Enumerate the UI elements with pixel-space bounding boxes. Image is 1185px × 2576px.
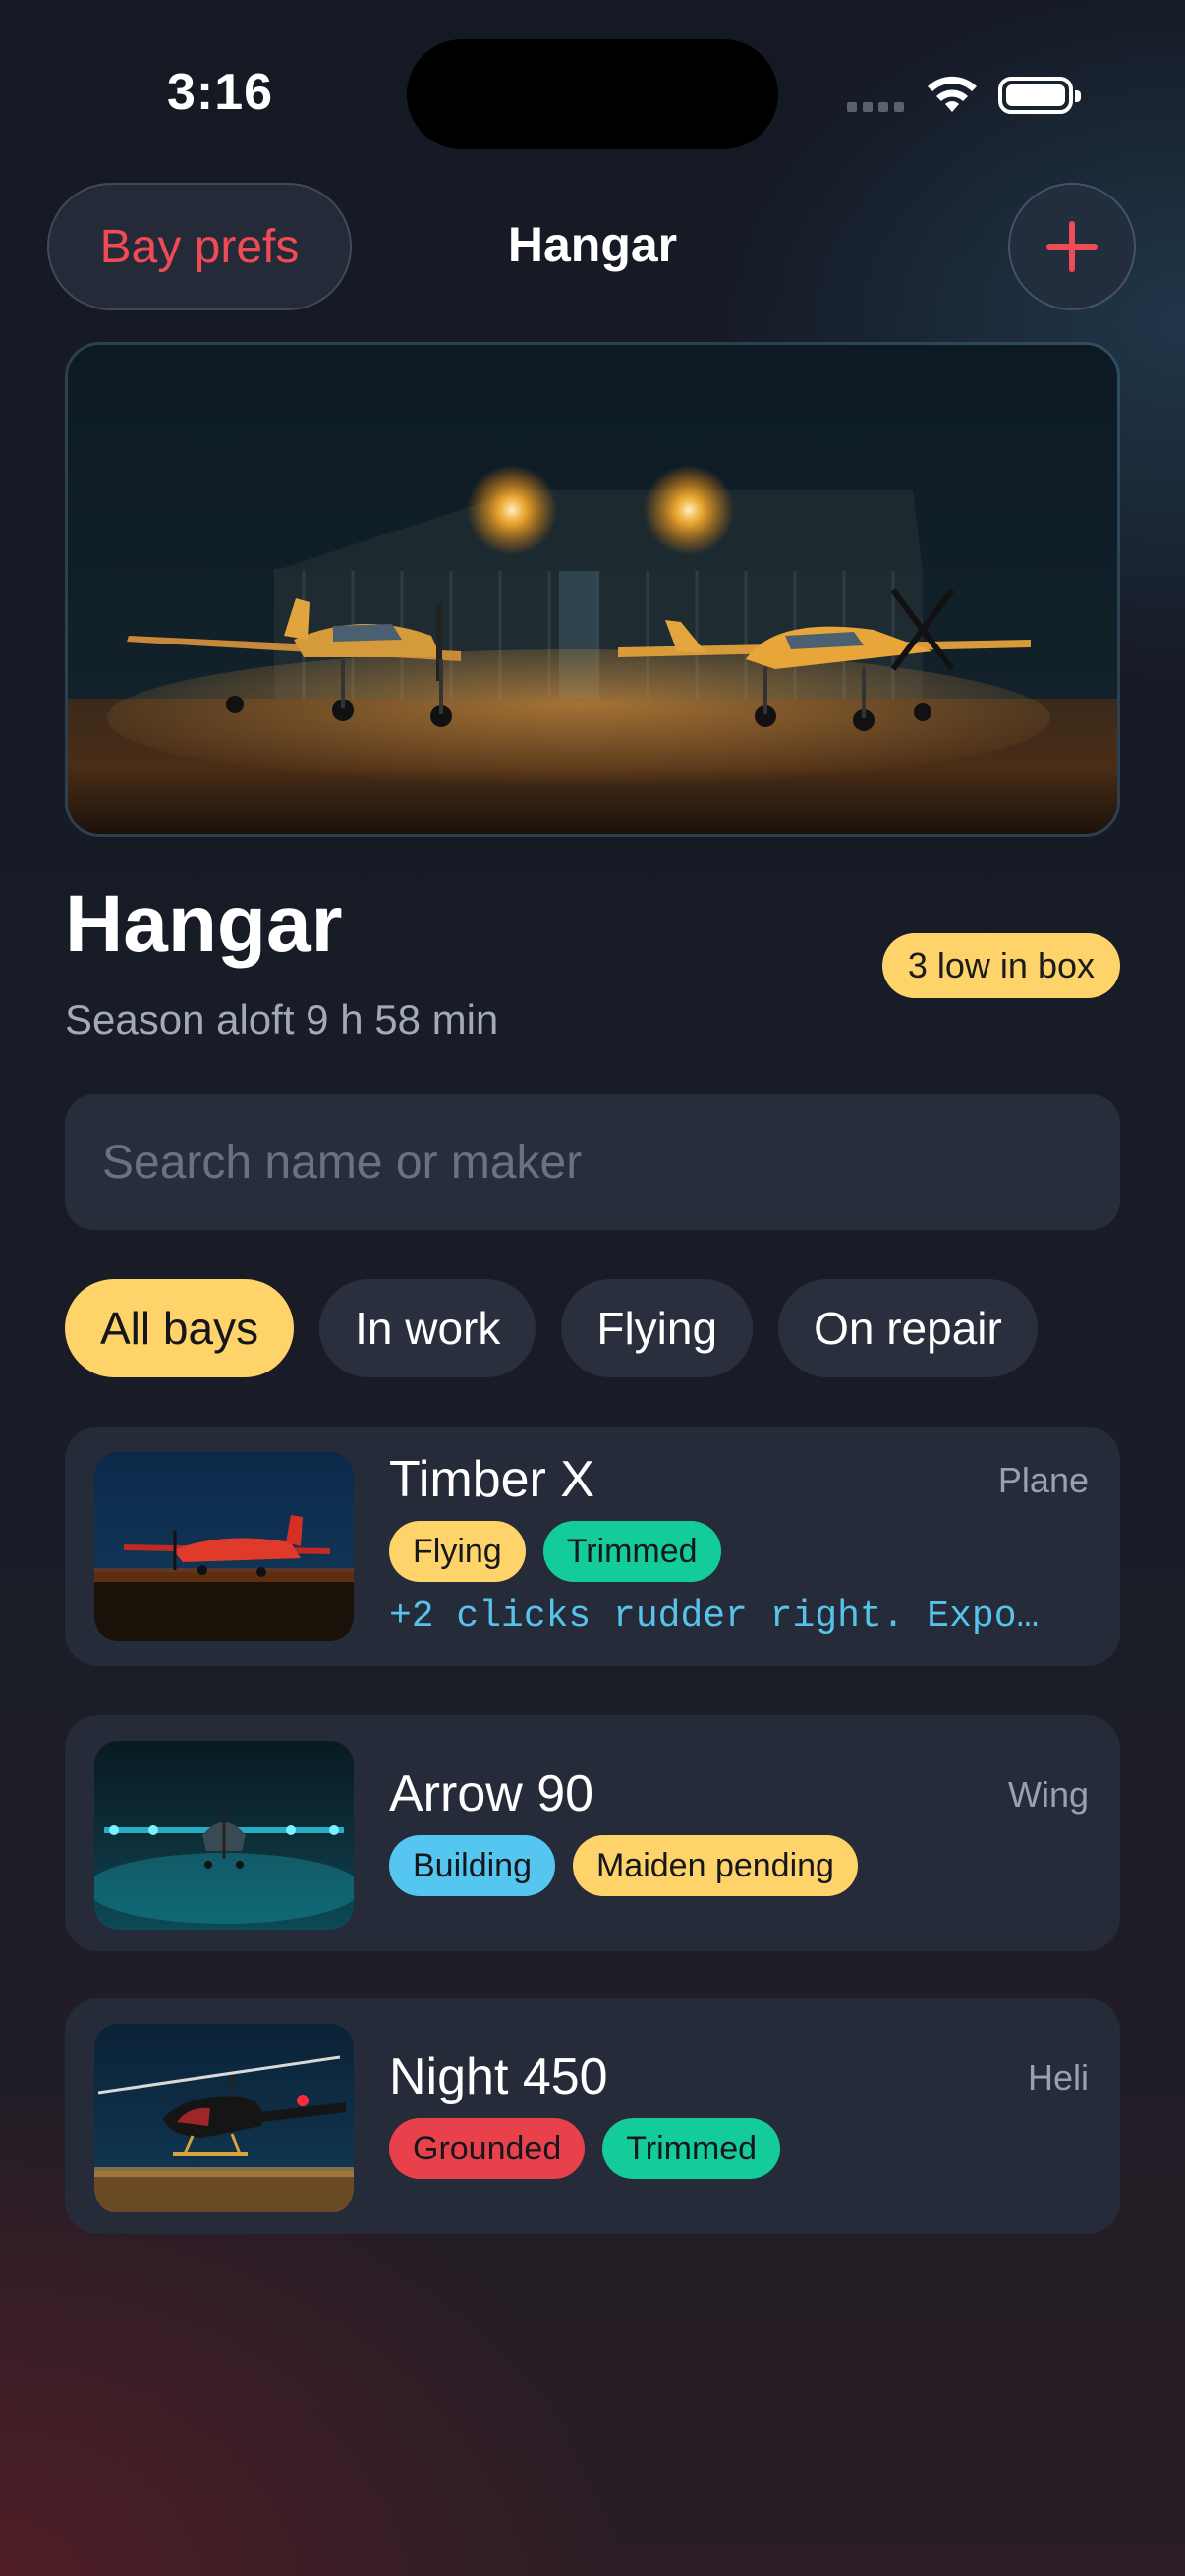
status-tag: Building: [389, 1835, 555, 1896]
aircraft-name: Night 450: [389, 2048, 608, 2105]
screen: 3:16 Bay prefs Hangar Hangar Season alof…: [0, 0, 1185, 2576]
aircraft-thumbnail: [94, 1741, 354, 1930]
add-button[interactable]: [1008, 183, 1136, 310]
aircraft-kind: Wing: [1007, 1774, 1089, 1815]
hero-hangar-image: [65, 342, 1120, 837]
status-tag: Flying: [389, 1521, 526, 1582]
status-tags: Flying Trimmed: [389, 1521, 721, 1582]
status-tag: Maiden pending: [572, 1835, 858, 1896]
filter-chips: All bays In work Flying On repair: [65, 1279, 1038, 1377]
aircraft-name: Timber X: [389, 1451, 594, 1508]
status-time: 3:16: [167, 64, 274, 121]
status-tags: Building Maiden pending: [389, 1835, 858, 1896]
aircraft-card-night-450[interactable]: Night 450 Heli Grounded Trimmed: [65, 1998, 1120, 2234]
search-input[interactable]: [100, 1134, 1085, 1191]
wifi-icon: [928, 76, 977, 112]
aircraft-thumbnail: [94, 1452, 354, 1641]
aircraft-kind: Heli: [1027, 2057, 1089, 2098]
aircraft-card-timber-x[interactable]: Timber X Plane Flying Trimmed +2 clicks …: [65, 1427, 1120, 1666]
status-tags: Grounded Trimmed: [389, 2118, 781, 2179]
aircraft-name: Arrow 90: [389, 1765, 594, 1822]
low-stock-badge[interactable]: 3 low in box: [881, 933, 1120, 998]
plus-icon: [1046, 221, 1098, 272]
search-bar[interactable]: [65, 1094, 1120, 1230]
bay-prefs-button[interactable]: Bay prefs: [47, 183, 352, 310]
nav-title: Hangar: [507, 217, 678, 272]
status-tag: Trimmed: [542, 1521, 721, 1582]
filter-in-work[interactable]: In work: [319, 1279, 536, 1377]
season-aloft-text: Season aloft 9 h 58 min: [65, 996, 499, 1042]
filter-on-repair[interactable]: On repair: [778, 1279, 1038, 1377]
trim-note: +2 clicks rudder right. Expo…: [389, 1596, 1040, 1638]
status-tag: Grounded: [389, 2118, 586, 2179]
filter-flying[interactable]: Flying: [561, 1279, 754, 1377]
page-title: Hangar: [65, 879, 343, 969]
aircraft-card-arrow-90[interactable]: Arrow 90 Wing Building Maiden pending: [65, 1715, 1120, 1951]
dynamic-island: [407, 39, 778, 149]
cellular-signal-icon: [847, 102, 904, 112]
battery-icon: [998, 77, 1081, 114]
filter-all-bays[interactable]: All bays: [65, 1279, 295, 1377]
aircraft-thumbnail: [94, 2024, 354, 2212]
status-tag: Trimmed: [602, 2118, 781, 2179]
aircraft-kind: Plane: [997, 1460, 1089, 1500]
